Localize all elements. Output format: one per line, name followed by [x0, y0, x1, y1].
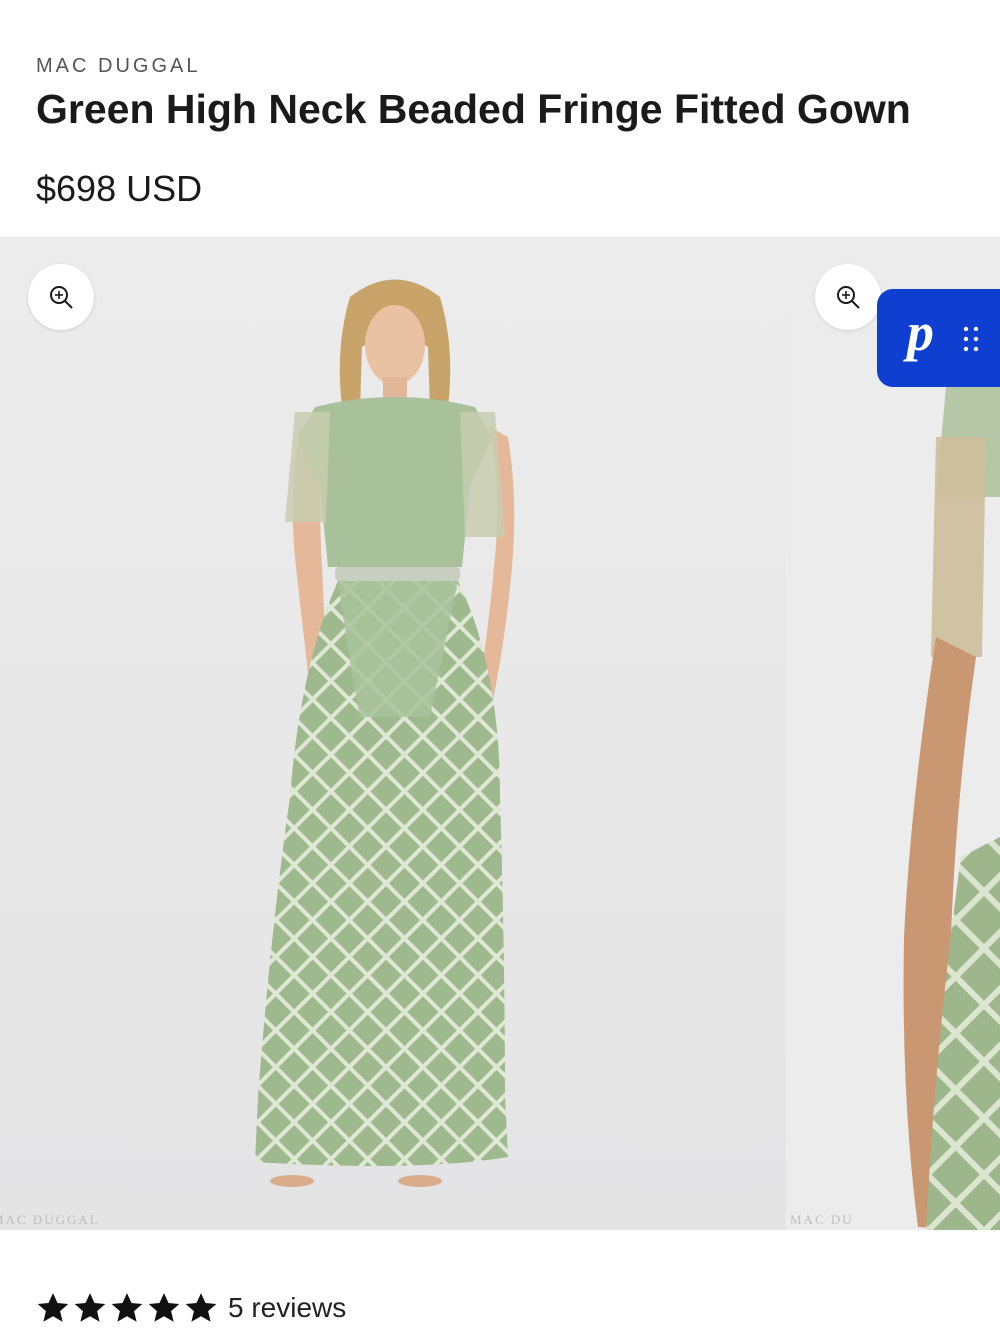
review-count-link[interactable]: 5 reviews [228, 1292, 346, 1324]
product-title: Green High Neck Beaded Fringe Fitted Gow… [36, 86, 911, 132]
zoom-button-next[interactable] [815, 264, 881, 330]
zoom-in-icon [837, 286, 860, 309]
product-vendor[interactable]: MAC DUGGAL [36, 55, 200, 78]
star-rating [36, 1291, 218, 1325]
product-price: $698 USD [36, 168, 203, 209]
star-icon [111, 1293, 143, 1322]
p-logo-icon: p [907, 302, 934, 362]
star-icon [37, 1293, 69, 1322]
zoom-in-icon [50, 286, 73, 309]
star-icon [148, 1293, 180, 1322]
gallery-slide-main[interactable]: MAC DUGGAL [0, 237, 786, 1230]
review-summary[interactable]: 5 reviews [36, 1286, 346, 1330]
star-icon [74, 1293, 106, 1322]
star-icon [185, 1293, 217, 1322]
drag-handle-icon[interactable] [962, 325, 980, 353]
product-gallery[interactable]: MAC DUGGAL MAC DU [0, 237, 1000, 1230]
image-watermark-partial: MAC DU [790, 1212, 854, 1227]
product-photo-full-length [0, 237, 786, 1230]
zoom-button[interactable] [28, 264, 94, 330]
product-header: MAC DUGGAL Green High Neck Beaded Fringe… [0, 0, 1000, 237]
floating-p-widget-button[interactable]: p [877, 289, 1000, 387]
image-watermark: MAC DUGGAL [0, 1212, 100, 1227]
